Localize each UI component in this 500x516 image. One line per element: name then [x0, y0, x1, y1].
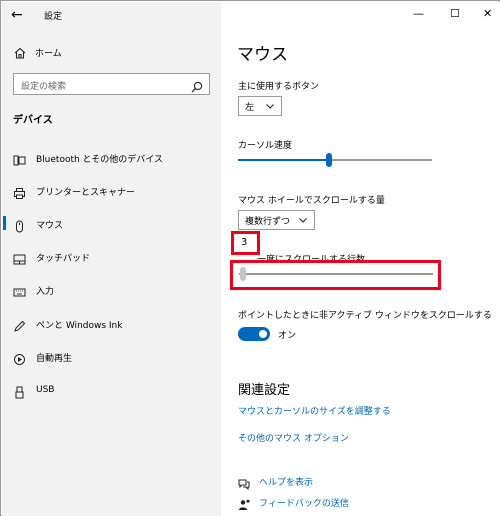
content-pane: — ☐ ✕ マウス 主に使用するボタン 左 カーソル速度 マウス ホイールでスク…	[221, 2, 500, 516]
chevron-down-icon	[298, 215, 308, 225]
feedback-link[interactable]: フィードバックの送信	[238, 495, 349, 510]
sidebar-item-label: タッチパッド	[36, 253, 91, 264]
value-highlight-box: 3	[231, 231, 260, 255]
sidebar-item-printers[interactable]: プリンターとスキャナー	[13, 182, 135, 200]
feedback-person-icon	[238, 496, 250, 510]
sidebar-item-usb[interactable]: USB	[13, 381, 54, 399]
back-arrow-icon[interactable]: ←	[11, 7, 27, 23]
related-settings-title: 関連設定	[238, 383, 291, 398]
lines-to-scroll-value: 3	[241, 237, 248, 248]
sidebar-item-touchpad[interactable]: タッチパッド	[13, 248, 90, 266]
toggle-knob	[259, 330, 267, 338]
selected-indicator	[3, 216, 6, 230]
inactive-scroll-label: ポイントしたときに非アクティブ ウィンドウをスクロールする	[238, 311, 492, 321]
wheel-scroll-value: 複数行ずつ	[245, 216, 291, 227]
sidebar-item-label: ペンと Windows Ink	[36, 320, 123, 331]
primary-button-label: 主に使用するボタン	[238, 82, 320, 92]
printer-icon	[13, 185, 26, 199]
mouse-icon	[13, 218, 26, 232]
page-title: マウス	[237, 45, 288, 65]
toggle-state: オン	[278, 331, 297, 341]
sidebar-item-label: USB	[36, 385, 55, 395]
pen-icon	[13, 318, 26, 332]
sidebar-item-label: プリンターとスキャナー	[36, 187, 136, 198]
cursor-speed-label: カーソル速度	[238, 141, 293, 151]
chevron-down-icon	[265, 101, 275, 111]
sidebar-item-bluetooth[interactable]: Bluetooth とその他のデバイス	[13, 149, 163, 167]
slider-thumb[interactable]	[326, 153, 333, 167]
section-title-devices: デバイス	[13, 115, 53, 126]
sidebar-item-label: Bluetooth とその他のデバイス	[36, 154, 164, 165]
home-label: ホーム	[35, 48, 62, 59]
feedback-label: フィードバックの送信	[259, 498, 349, 509]
title-bar: ← 設定	[2, 2, 221, 30]
sidebar-item-home[interactable]: ホーム	[13, 44, 62, 60]
search-icon[interactable]	[191, 78, 203, 93]
link-additional-mouse-options[interactable]: その他のマウス オプション	[238, 431, 349, 444]
touchpad-icon	[13, 251, 26, 264]
get-help-label: ヘルプを表示	[259, 477, 314, 488]
sidebar: ← 設定 ホーム 設定の検索 デバイス Bluetooth とその他のデバイス	[2, 2, 221, 516]
sidebar-item-typing[interactable]: 入力	[13, 281, 54, 299]
primary-button-dropdown[interactable]: 左	[238, 96, 282, 116]
help-chat-icon	[238, 475, 250, 491]
slider-fill	[238, 159, 330, 161]
sidebar-item-label: 自動再生	[36, 353, 73, 364]
inactive-scroll-toggle[interactable]	[238, 327, 270, 341]
minimize-icon[interactable]: —	[413, 8, 424, 20]
home-icon	[13, 45, 27, 59]
sidebar-item-autoplay[interactable]: 自動再生	[13, 348, 72, 366]
sidebar-item-label: マウス	[36, 220, 64, 231]
sidebar-item-mouse[interactable]: マウス	[13, 215, 63, 233]
slider-thumb[interactable]	[239, 267, 246, 281]
close-icon[interactable]: ✕	[483, 8, 492, 20]
sidebar-item-label: 入力	[36, 286, 55, 297]
bluetooth-devices-icon	[13, 152, 26, 165]
wheel-scroll-dropdown[interactable]: 複数行ずつ	[238, 210, 315, 230]
wheel-scroll-label: マウス ホイールでスクロールする量	[238, 196, 385, 206]
usb-icon	[13, 384, 26, 398]
maximize-icon[interactable]: ☐	[450, 8, 460, 20]
settings-window: ← 設定 ホーム 設定の検索 デバイス Bluetooth とその他のデバイス	[0, 0, 500, 516]
search-input[interactable]: 設定の検索	[13, 73, 210, 95]
window-title: 設定	[44, 12, 63, 22]
autoplay-icon	[13, 351, 26, 365]
keyboard-icon	[13, 284, 26, 297]
link-adjust-mouse-cursor-size[interactable]: マウスとカーソルのサイズを調整する	[238, 404, 391, 417]
slider-highlight-box	[230, 260, 441, 290]
slider-track[interactable]	[239, 273, 433, 275]
get-help-link[interactable]: ヘルプを表示	[238, 474, 314, 491]
sidebar-item-pen[interactable]: ペンと Windows Ink	[13, 315, 122, 333]
search-placeholder: 設定の検索	[21, 82, 67, 92]
primary-button-value: 左	[245, 102, 255, 113]
